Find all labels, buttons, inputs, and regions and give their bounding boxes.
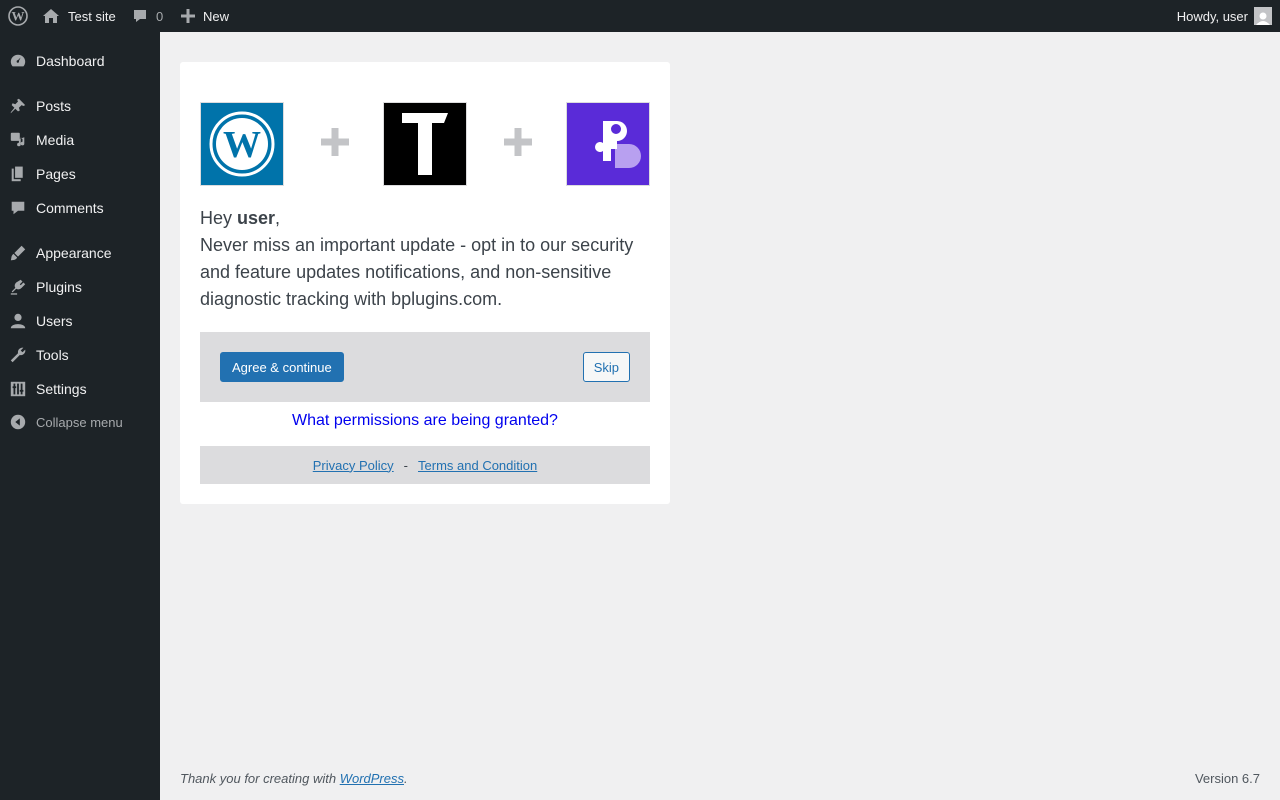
svg-text:W: W xyxy=(223,124,261,166)
collapse-icon xyxy=(0,413,36,431)
bplugins-logo xyxy=(566,102,650,186)
wordpress-icon: W xyxy=(8,6,28,26)
plus-icon xyxy=(320,122,350,162)
thanks-suffix: . xyxy=(404,771,408,786)
sidebar-item-pages[interactable]: Pages xyxy=(0,157,160,191)
settings-icon xyxy=(0,380,36,398)
sidebar-item-tools[interactable]: Tools xyxy=(0,338,160,372)
permissions-link[interactable]: What permissions are being granted? xyxy=(180,412,670,430)
optin-message: Hey user, Never miss an important update… xyxy=(200,205,650,313)
sidebar-item-label: Media xyxy=(36,132,75,148)
admin-footer: Thank you for creating with WordPress. V… xyxy=(180,771,1260,789)
dashboard-icon xyxy=(0,52,36,70)
wordpress-link[interactable]: WordPress xyxy=(340,771,404,786)
greeting-comma: , xyxy=(275,208,281,228)
new-label: New xyxy=(203,8,230,24)
collapse-menu-button[interactable]: Collapse menu xyxy=(0,405,160,439)
plus-icon xyxy=(181,9,195,23)
wordpress-logo: W xyxy=(200,102,284,186)
site-name: Test site xyxy=(68,8,116,24)
site-name-link[interactable]: Test site xyxy=(42,0,116,32)
policy-links: Privacy Policy - Terms and Condition xyxy=(200,446,650,484)
sidebar-item-label: Users xyxy=(36,313,73,329)
privacy-policy-link[interactable]: Privacy Policy xyxy=(313,458,394,473)
link-separator: - xyxy=(403,457,409,473)
thanks-prefix: Thank you for creating with xyxy=(180,771,340,786)
howdy-text: Howdy, user xyxy=(1176,8,1248,24)
optin-description: Never miss an important update - opt in … xyxy=(200,235,634,309)
sidebar-item-posts[interactable]: Posts xyxy=(0,89,160,123)
sidebar-item-users[interactable]: Users xyxy=(0,304,160,338)
plugin-icon xyxy=(0,278,36,296)
admin-bar: W Test site 0 New Howdy, user xyxy=(0,0,1280,32)
svg-text:W: W xyxy=(12,9,25,24)
wrench-icon xyxy=(0,346,36,364)
comments-link[interactable]: 0 xyxy=(132,0,163,32)
wordpress-logo-menu[interactable]: W xyxy=(6,0,30,32)
pages-icon xyxy=(0,165,36,183)
sidebar-item-label: Tools xyxy=(36,347,69,363)
sidebar-item-label: Posts xyxy=(36,98,72,114)
agree-continue-button[interactable]: Agree & continue xyxy=(220,352,344,382)
sidebar-item-settings[interactable]: Settings xyxy=(0,372,160,406)
user-icon xyxy=(0,312,36,330)
sidebar-item-label: Comments xyxy=(36,200,104,216)
comment-icon xyxy=(134,10,146,22)
comment-icon xyxy=(0,199,36,217)
sidebar-item-label: Settings xyxy=(36,381,87,397)
account-menu[interactable]: Howdy, user xyxy=(1177,0,1272,32)
sidebar-item-appearance[interactable]: Appearance xyxy=(0,236,160,270)
sidebar-item-media[interactable]: Media xyxy=(0,123,160,157)
sidebar-item-label: Pages xyxy=(36,166,76,182)
brush-icon xyxy=(0,244,36,262)
optin-card: W Hey user, Never miss an important upda… xyxy=(180,62,670,504)
new-content-menu[interactable]: New xyxy=(181,0,229,32)
avatar xyxy=(1254,7,1272,25)
footer-thanks: Thank you for creating with WordPress. xyxy=(180,771,408,786)
comments-count: 0 xyxy=(156,8,164,24)
pin-icon xyxy=(0,97,36,115)
greeting-text: Hey xyxy=(200,208,238,228)
skip-button[interactable]: Skip xyxy=(582,352,630,382)
sidebar-item-label: Appearance xyxy=(36,245,112,261)
version-text: Version 6.7 xyxy=(1194,771,1260,786)
username: user xyxy=(237,208,276,228)
media-icon xyxy=(0,131,36,149)
sidebar-item-plugins[interactable]: Plugins xyxy=(0,270,160,304)
sidebar-item-label: Dashboard xyxy=(36,53,105,69)
home-icon xyxy=(43,9,59,23)
sidebar-item-comments[interactable]: Comments xyxy=(0,191,160,225)
plus-icon xyxy=(503,122,533,162)
theme-logo xyxy=(383,102,467,186)
optin-actions: Agree & continue Skip xyxy=(200,332,650,402)
sidebar-item-label: Plugins xyxy=(36,279,82,295)
sidebar-item-dashboard[interactable]: Dashboard xyxy=(0,44,160,78)
terms-link[interactable]: Terms and Condition xyxy=(418,458,537,473)
collapse-menu-label: Collapse menu xyxy=(36,414,123,430)
admin-sidebar: Dashboard Posts Media Pages Comments App… xyxy=(0,32,160,800)
